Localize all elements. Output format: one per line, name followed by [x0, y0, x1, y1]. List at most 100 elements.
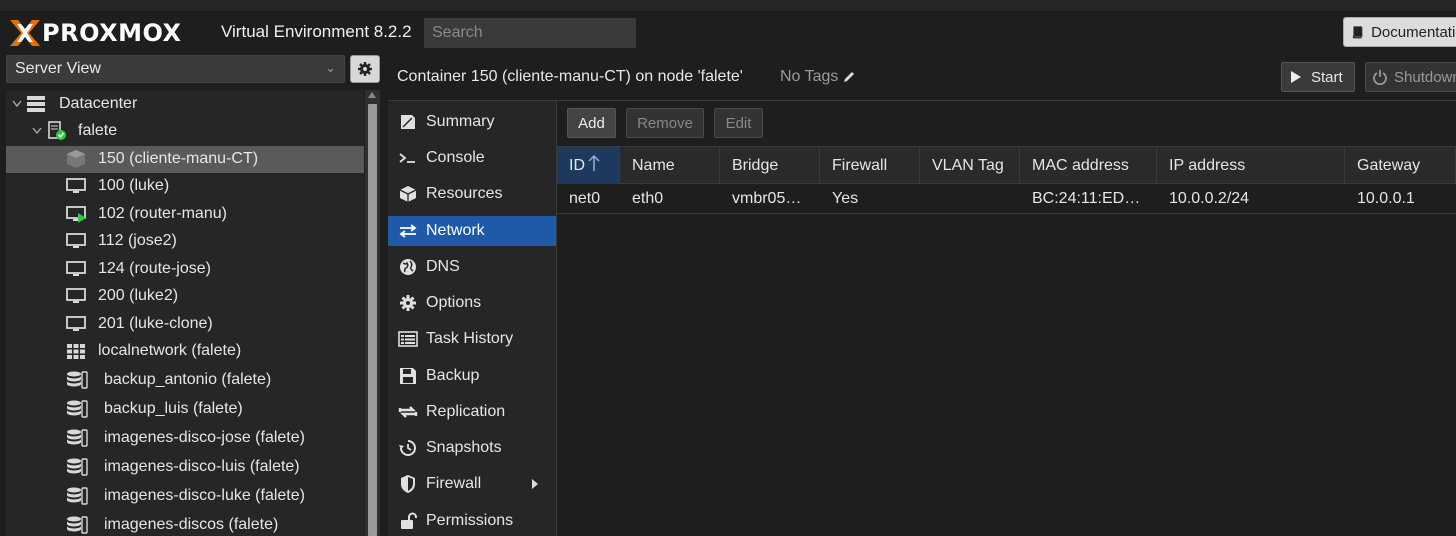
nav-item-dns[interactable]: DNS: [388, 252, 556, 282]
expand-caret-icon[interactable]: [12, 100, 22, 110]
nav-item-label: Snapshots: [426, 439, 502, 456]
datacenter-icon: [26, 94, 46, 114]
edit-button[interactable]: Edit: [714, 108, 763, 138]
add-button[interactable]: Add: [567, 108, 616, 138]
grid-cell: 10.0.0.2/24: [1169, 190, 1250, 207]
tree-item[interactable]: 112 (jose2): [6, 228, 364, 255]
tree-item[interactable]: backup_luis (falete): [6, 396, 364, 423]
column-header[interactable]: Gateway: [1345, 147, 1456, 184]
nav-item-snapshots[interactable]: Snapshots: [388, 433, 556, 463]
nav-item-label: DNS: [426, 258, 460, 275]
nav-item-permissions[interactable]: Permissions: [388, 506, 556, 536]
start-label: Start: [1311, 68, 1343, 86]
nav-item-task-history[interactable]: Task History: [388, 324, 556, 354]
expand-caret-icon[interactable]: [32, 127, 42, 137]
container-icon: [66, 149, 86, 169]
nav-item-backup[interactable]: Backup: [388, 361, 556, 391]
tree-item-label: imagenes-disco-jose (falete): [104, 429, 305, 446]
resources-icon: [398, 184, 418, 204]
nav-item-console[interactable]: Console: [388, 143, 556, 173]
options-icon: [398, 293, 418, 313]
tree-item[interactable]: backup_antonio (falete): [6, 367, 364, 394]
column-header-label: Bridge: [732, 156, 779, 174]
nav-item-replication[interactable]: Replication: [388, 397, 556, 427]
tree-item[interactable]: imagenes-disco-luis (falete): [6, 454, 364, 481]
grid-cell: Yes: [832, 190, 859, 207]
tree-item-label: 201 (luke-clone): [98, 315, 213, 332]
backup-icon: [398, 366, 418, 386]
proxmox-x-icon: [10, 20, 40, 46]
play-icon: [1291, 71, 1301, 83]
column-header[interactable]: MAC address: [1020, 147, 1157, 184]
tree-item-label: 112 (jose2): [98, 232, 177, 249]
nav-item-label: Resources: [426, 185, 503, 202]
tree-item[interactable]: 201 (luke-clone): [6, 311, 364, 338]
grid-cell: BC:24:11:ED…: [1032, 190, 1141, 207]
vm-icon: [66, 314, 86, 334]
tree-item[interactable]: localnetwork (falete): [6, 338, 364, 365]
top-strip: [0, 0, 1456, 11]
column-header[interactable]: Firewall: [820, 147, 920, 184]
column-header[interactable]: Name: [620, 147, 720, 184]
gear-icon: [358, 62, 372, 76]
start-button[interactable]: Start: [1281, 62, 1355, 92]
nav-item-network[interactable]: Network: [388, 216, 556, 246]
firewall-icon: [398, 474, 418, 494]
tags-editor[interactable]: No Tags: [780, 68, 856, 86]
tree-item-label: 100 (luke): [98, 177, 170, 194]
remove-button[interactable]: Remove: [626, 108, 704, 138]
column-header-label: ID: [569, 156, 585, 174]
tree-item[interactable]: imagenes-discos (falete): [6, 512, 364, 536]
storage-icon: [66, 428, 88, 448]
nav-item-label: Permissions: [426, 512, 514, 529]
search-input[interactable]: [424, 18, 636, 48]
column-header-label: MAC address: [1032, 156, 1129, 174]
nav-item-resources[interactable]: Resources: [388, 179, 556, 209]
console-icon: [398, 148, 418, 168]
table-row[interactable]: net0 eth0 vmbr05… Yes BC:24:11:ED… 10.0.0.2/2…: [557, 184, 1456, 214]
tree-item-label: imagenes-discos (falete): [104, 516, 279, 533]
nav-item-label: Summary: [426, 113, 495, 130]
nav-item-options[interactable]: Options: [388, 288, 556, 318]
tree-item[interactable]: imagenes-disco-jose (falete): [6, 425, 364, 452]
view-selector[interactable]: Server View ⌄: [6, 55, 345, 83]
shutdown-button[interactable]: Shutdown: [1365, 62, 1456, 92]
storage-icon: [66, 399, 88, 419]
tree-item[interactable]: 150 (cliente-manu-CT): [6, 146, 364, 173]
documentation-button[interactable]: Documentation: [1343, 17, 1456, 47]
column-header[interactable]: IP address: [1157, 147, 1345, 184]
tree-scrollbar[interactable]: [365, 90, 380, 536]
column-header[interactable]: VLAN Tag: [920, 147, 1020, 184]
proxmox-logo[interactable]: PROXMOX: [8, 18, 182, 48]
tree-item-label: 102 (router-manu): [98, 205, 227, 222]
tree-item-label: localnetwork (falete): [98, 342, 242, 359]
container-nav-menu: Summary Console Resources Network DNS Options…: [388, 101, 556, 536]
network-icon: [398, 221, 418, 241]
replication-icon: [398, 402, 418, 422]
storage-icon: [66, 370, 88, 390]
tree-item-label: 200 (luke2): [98, 287, 179, 304]
tree-item-label: imagenes-disco-luis (falete): [104, 458, 300, 475]
storage-icon: [66, 515, 88, 535]
tree-item[interactable]: 200 (luke2): [6, 283, 364, 310]
column-header[interactable]: ID: [557, 147, 620, 184]
dns-icon: [398, 257, 418, 277]
grid-cell: net0: [569, 190, 601, 207]
network-grid-header: ID Name Bridge Firewall VLAN Tag MAC address I…: [557, 146, 1456, 184]
tree-item[interactable]: 100 (luke): [6, 173, 364, 200]
tree-item[interactable]: imagenes-disco-luke (falete): [6, 483, 364, 510]
task-history-icon: [398, 329, 418, 349]
tree-item[interactable]: falete: [6, 118, 364, 145]
resource-tree[interactable]: Datacenter falete 150 (cliente-manu-CT) 100…: [6, 90, 364, 536]
column-header[interactable]: Bridge: [720, 147, 820, 184]
tree-item[interactable]: 124 (route-jose): [6, 256, 364, 283]
tree-scrollbar-thumb[interactable]: [368, 104, 377, 536]
pencil-icon[interactable]: [842, 70, 856, 84]
tree-item[interactable]: 102 (router-manu): [6, 201, 364, 228]
storage-icon: [66, 457, 88, 477]
documentation-label: Documentation: [1371, 23, 1456, 41]
nav-item-firewall[interactable]: Firewall: [388, 469, 556, 499]
tree-settings-button[interactable]: [350, 55, 380, 83]
tree-item[interactable]: Datacenter: [6, 91, 364, 118]
nav-item-summary[interactable]: Summary: [388, 107, 556, 137]
